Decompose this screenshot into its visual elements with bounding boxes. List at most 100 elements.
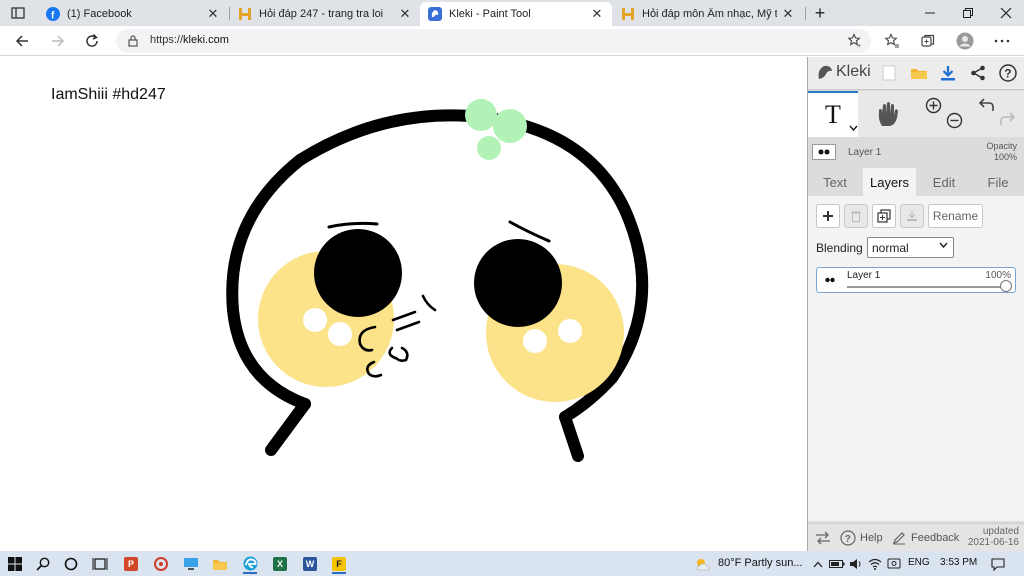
back-icon[interactable] [10,30,34,52]
file-explorer-icon[interactable] [209,553,231,574]
layer-thumbnail [821,273,839,287]
panel-tabs: Text Layers Edit File [808,168,1024,196]
download-icon[interactable] [937,62,959,84]
tab-hoidap-amnhac[interactable]: Hỏi đáp môn Âm nhạc, Mỹ thuật ✕ [613,2,803,26]
kleki-icon [428,7,442,21]
sprout-leaf [465,99,527,160]
rename-layer-button[interactable]: Rename [928,204,983,228]
tab-title: Kleki - Paint Tool [449,8,531,20]
panel-footer: ? Help Feedback updated 2021-06-16 [808,523,1024,551]
windows-start-icon[interactable] [4,553,26,574]
kleki-logo-icon [818,65,832,79]
svg-text:?: ? [1004,67,1011,81]
battery-icon[interactable] [829,556,845,572]
zoom-buttons [918,91,968,137]
notification-icon[interactable] [990,556,1006,572]
forward-icon[interactable] [46,30,70,52]
updated-info: updated 2021-06-16 [968,526,1019,548]
tab-facebook[interactable]: f (1) Facebook ✕ [38,2,228,26]
url-text[interactable]: https://kleki.com [150,34,229,46]
f-app-icon[interactable]: F [328,553,350,574]
word-icon[interactable]: W [299,553,321,574]
language-indicator[interactable]: ENG [908,557,930,568]
text-tool-button[interactable]: T [808,91,858,137]
taskbar-clock[interactable]: 3:53 PM [940,557,977,568]
powerpoint-icon[interactable]: P [120,553,142,574]
tab-file[interactable]: File [971,168,1024,196]
collections-icon[interactable] [916,30,940,52]
address-bar-row: https://kleki.com + [0,26,1024,56]
add-favorite-icon[interactable]: + [843,30,867,52]
blending-mode-value: normal [872,240,909,255]
weather-icon[interactable] [694,556,712,572]
close-window-button[interactable] [988,0,1024,26]
tab-kleki[interactable]: Kleki - Paint Tool ✕ [420,2,612,26]
cortana-icon[interactable] [60,553,82,574]
new-image-icon[interactable] [878,62,900,84]
layer-opacity-slider-track[interactable] [847,286,1005,288]
tab-layers[interactable]: Layers [863,168,916,196]
tab-title: (1) Facebook [67,8,132,20]
tab-text[interactable]: Text [808,168,862,196]
redo-icon[interactable] [999,111,1016,130]
panel-top-bar: Kleki ? [808,57,1024,90]
layers-pane: Rename Blending normal Layer 1 100% [808,196,1024,521]
input-indicator-icon[interactable] [886,556,902,572]
search-icon[interactable] [32,553,54,574]
add-layer-icon[interactable] [816,204,840,228]
wifi-icon[interactable] [867,556,883,572]
red-app-icon[interactable] [150,553,172,574]
blending-mode-select[interactable]: normal [867,237,954,258]
undo-icon[interactable] [978,97,995,116]
url-bar[interactable]: https://kleki.com [116,29,871,53]
swap-sides-icon[interactable] [815,530,831,546]
help-circle-icon[interactable]: ? [997,62,1019,84]
close-tab-icon[interactable]: ✕ [398,6,412,22]
close-tab-icon[interactable]: ✕ [206,6,220,22]
tab-actions-icon[interactable] [6,3,30,23]
current-layer-info: Layer 1 Opacity 100% [808,141,1024,165]
refresh-icon[interactable] [80,30,104,52]
kleki-logo[interactable]: Kleki [816,63,871,81]
excel-icon[interactable]: X [269,553,291,574]
share-icon[interactable] [967,62,989,84]
feedback-label: Feedback [911,532,960,544]
drawing-canvas[interactable]: IamShiii #hd247 [0,57,807,551]
layer-list-item[interactable]: Layer 1 100% [816,267,1016,293]
weather-text[interactable]: 80°F Partly sun... [718,557,803,569]
feedback-button[interactable]: Feedback [892,530,959,546]
this-pc-icon[interactable] [180,553,202,574]
close-tab-icon[interactable]: ✕ [590,6,604,22]
lock-icon[interactable] [127,34,139,50]
chevron-down-icon [939,241,948,252]
tab-title: Hỏi đáp 247 - trang tra loi [259,8,384,20]
duplicate-layer-icon[interactable] [872,204,896,228]
restore-button[interactable] [950,0,986,26]
chevron-up-icon[interactable] [810,556,826,572]
delete-layer-icon[interactable] [844,204,868,228]
opacity-label: Opacity [986,141,1017,151]
volume-icon[interactable] [848,556,864,572]
open-folder-icon[interactable] [908,62,930,84]
windows-taskbar: P X W F 80°F Partly sun... ENG 3:53 PM [0,551,1024,576]
more-menu-icon[interactable] [990,30,1014,52]
help-button[interactable]: ? Help [840,530,883,546]
text-tool-glyph: T [825,100,841,129]
chevron-down-icon[interactable] [849,121,858,135]
tab-edit[interactable]: Edit [917,168,971,196]
layer-opacity-slider-handle[interactable] [1000,280,1012,292]
task-view-icon[interactable] [89,553,111,574]
zoom-out-icon[interactable] [946,112,963,132]
close-tab-icon[interactable]: ✕ [781,6,795,22]
new-tab-button[interactable]: + [802,0,838,26]
zoom-in-icon[interactable] [925,97,942,117]
merge-layer-icon[interactable] [900,204,924,228]
blending-label: Blending [816,241,863,255]
profile-avatar-icon[interactable] [953,30,977,52]
opacity-value: 100% [993,152,1017,162]
minimize-button[interactable] [912,0,948,26]
edge-icon[interactable] [239,553,261,574]
tab-hoidap247[interactable]: Hỏi đáp 247 - trang tra loi ✕ [230,2,420,26]
favorites-icon[interactable] [880,30,904,52]
hand-tool-button[interactable] [863,91,913,137]
